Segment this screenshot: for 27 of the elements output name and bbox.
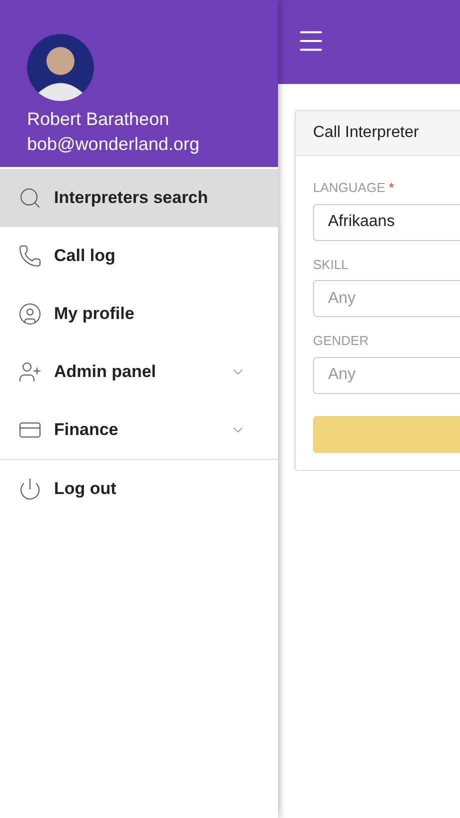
- user-circle-icon: [18, 302, 42, 326]
- menu-label: Log out: [54, 478, 118, 500]
- card-title: Call Interpreter: [313, 123, 419, 143]
- select-field[interactable]: Any: [313, 280, 460, 317]
- menu-item[interactable]: Admin panel: [0, 343, 278, 401]
- select-field[interactable]: Any: [313, 356, 460, 394]
- menu-label: Admin panel: [54, 361, 158, 384]
- menu-item[interactable]: My profile: [0, 285, 278, 343]
- user-plus-icon: [18, 360, 42, 384]
- phone-icon: [18, 244, 42, 268]
- user-name: Robert Baratheon: [27, 108, 170, 131]
- avatar: [27, 34, 94, 101]
- menu-item[interactable]: Interpreters search: [0, 169, 278, 227]
- menu-item[interactable]: Call log: [0, 227, 278, 285]
- field-label: GENDER: [313, 332, 370, 350]
- menu-label: Finance: [54, 419, 120, 442]
- menu-label: Interpreters search: [54, 187, 210, 210]
- user-email: bob@wonderland.org: [27, 133, 200, 156]
- menu-label: My profile: [54, 303, 136, 326]
- search-icon: [18, 186, 42, 210]
- field-label: LANGUAGE *: [313, 179, 395, 197]
- menu-label: Call log: [54, 245, 116, 268]
- field-label: SKILL: [313, 256, 350, 274]
- select-field[interactable]: Afrikaans: [313, 204, 460, 240]
- menu-item[interactable]: Log out: [0, 460, 278, 518]
- power-icon: [18, 477, 42, 501]
- menu-item[interactable]: Finance: [0, 401, 278, 459]
